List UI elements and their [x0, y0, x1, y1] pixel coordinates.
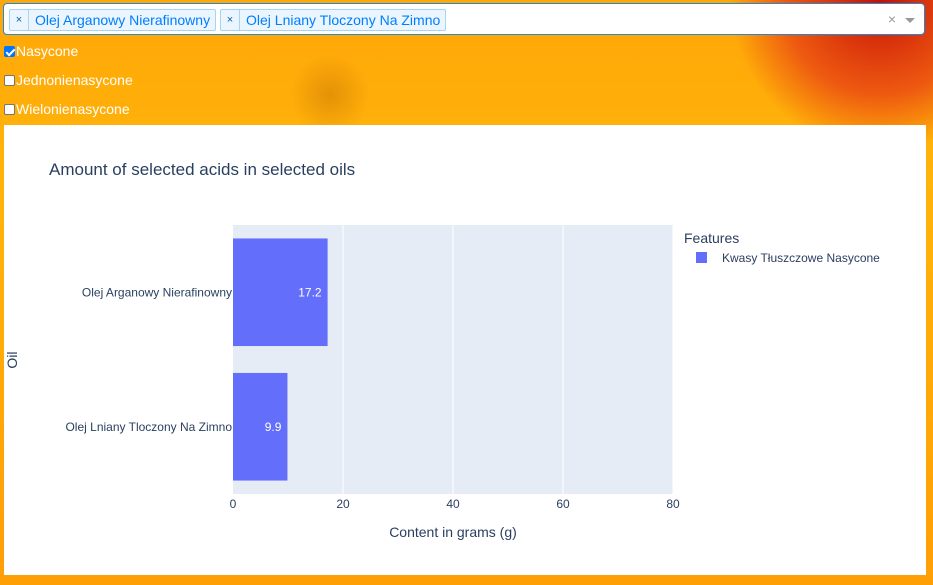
checkbox-nasycone[interactable]: Nasycone [4, 41, 78, 61]
legend-swatch[interactable] [696, 252, 707, 263]
oil-multiselect[interactable]: × Olej Arganowy Nierafinowny × Olej Lnia… [3, 3, 925, 35]
chart-title: Amount of selected acids in selected oil… [49, 160, 355, 179]
remove-chip-icon[interactable]: × [221, 10, 240, 30]
checkbox-wielonienasycone[interactable]: Wielonienasycone [4, 99, 130, 119]
x-tick-label: 60 [556, 497, 570, 511]
remove-chip-icon[interactable]: × [10, 10, 29, 30]
checkbox-label: Jednonienasycone [16, 72, 133, 88]
checkbox-label: Nasycone [16, 43, 79, 59]
chip-label: Olej Arganowy Nierafinowny [35, 12, 211, 28]
bar-value-label: 17.2 [298, 285, 322, 299]
y-tick-label: Olej Arganowy Nierafinowny [82, 285, 232, 299]
x-axis-title: Content in grams (g) [389, 524, 517, 540]
legend-title: Features [684, 230, 739, 246]
x-tick-label: 80 [666, 497, 680, 511]
bar-value-label: 9.9 [265, 420, 282, 434]
x-tick-label: 20 [336, 497, 350, 511]
graph-panel: Amount of selected acids in selected oil… [4, 125, 926, 575]
checkbox-box[interactable] [4, 74, 15, 86]
x-tick-label: 0 [230, 497, 237, 511]
y-axis-title: Oil [4, 351, 20, 368]
chip-label: Olej Lniany Tloczony Na Zimno [246, 12, 441, 28]
checkbox-box[interactable] [4, 103, 15, 115]
clear-all-icon[interactable]: × [888, 11, 896, 27]
legend-entry[interactable]: Kwasy Tłuszczowe Nasycone [722, 251, 880, 265]
checkbox-box[interactable] [4, 45, 15, 57]
chevron-down-icon[interactable] [905, 18, 915, 23]
checkbox-jednonienasycone[interactable]: Jednonienasycone [4, 70, 133, 90]
y-tick-label: Olej Lniany Tloczony Na Zimno [65, 420, 232, 434]
selected-oil-chip: × Olej Lniany Tloczony Na Zimno [220, 9, 447, 31]
bar-chart: Amount of selected acids in selected oil… [4, 160, 880, 540]
x-tick-label: 40 [446, 497, 460, 511]
selected-oil-chip: × Olej Arganowy Nierafinowny [9, 9, 217, 31]
checkbox-label: Wielonienasycone [16, 101, 130, 117]
